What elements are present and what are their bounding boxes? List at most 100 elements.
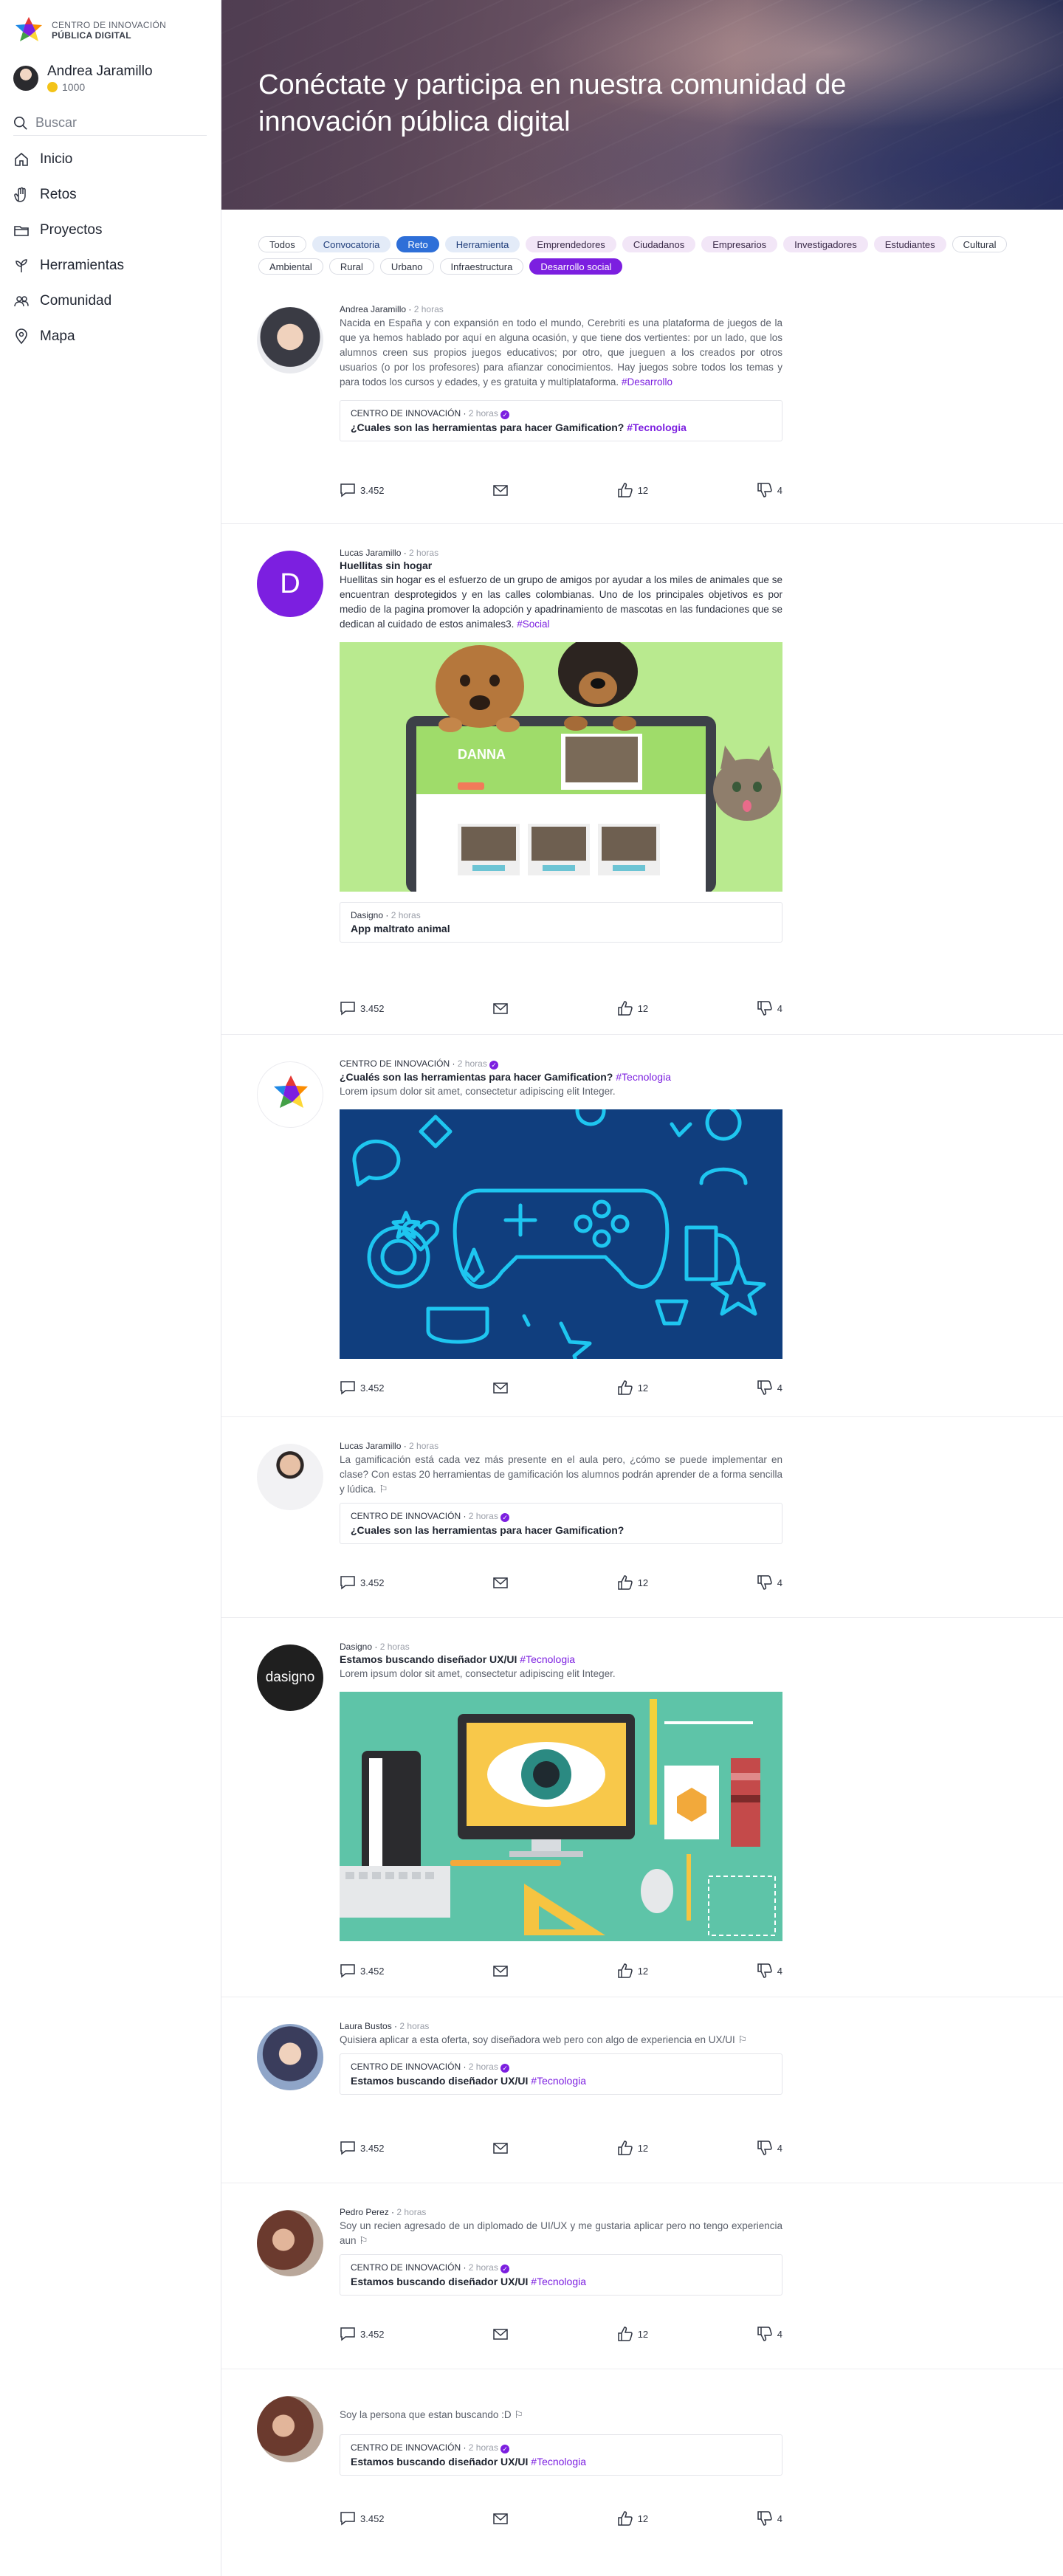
comment-button[interactable]: 3.452 — [340, 1380, 385, 1396]
avatar[interactable] — [257, 2210, 323, 2276]
hashtag-link[interactable]: #Tecnologia — [627, 421, 687, 433]
hashtag-link[interactable]: #Tecnologia — [520, 1653, 575, 1665]
post-author[interactable]: Laura Bustos — [340, 2021, 392, 2031]
post-image-gamepad[interactable] — [340, 1109, 782, 1359]
dislike-button[interactable]: 4 — [757, 2326, 782, 2342]
filter-chip-herramienta[interactable]: Herramienta — [444, 236, 520, 252]
hashtag-link[interactable]: #Social — [517, 619, 549, 630]
dislike-button[interactable]: 4 — [757, 482, 782, 498]
dislike-button[interactable]: 4 — [757, 2510, 782, 2527]
quote-author: Dasigno — [351, 910, 384, 920]
hashtag-link[interactable]: #Tecnologia — [531, 2075, 586, 2087]
quoted-post[interactable]: Dasigno · 2 horas App maltrato animal — [340, 902, 782, 943]
post-image-pets[interactable]: DANNA — [340, 642, 782, 892]
post-meta: Lucas Jaramillo · 2 horas — [340, 1441, 439, 1451]
hashtag-link[interactable]: #Tecnologia — [531, 2276, 586, 2287]
post-author[interactable]: CENTRO DE INNOVACIÓN — [340, 1058, 450, 1069]
like-button[interactable]: 12 — [617, 1963, 648, 1979]
filter-chip-convocatoria[interactable]: Convocatoria — [312, 236, 391, 252]
dislike-button[interactable]: 4 — [757, 1963, 782, 1979]
filter-chip-investigadores[interactable]: Investigadores — [783, 236, 868, 252]
post-author[interactable]: Pedro Perez — [340, 2207, 389, 2217]
filter-chip-urbano[interactable]: Urbano — [379, 258, 434, 275]
filter-chip-ambiental[interactable]: Ambiental — [258, 258, 323, 275]
post-author[interactable]: Lucas Jaramillo — [340, 1441, 401, 1451]
nav-item-retos[interactable]: Retos — [13, 177, 207, 213]
hashtag-link[interactable]: #Tecnologia — [616, 1071, 671, 1083]
avatar[interactable] — [257, 307, 323, 373]
share-button[interactable] — [492, 2326, 509, 2342]
like-button[interactable]: 12 — [617, 1380, 648, 1396]
avatar[interactable] — [257, 2024, 323, 2090]
flag-icon[interactable]: ⚐ — [379, 1484, 388, 1495]
comment-button[interactable]: 3.452 — [340, 482, 385, 498]
nav-item-herramientas[interactable]: Herramientas — [13, 248, 207, 283]
filter-chip-emprendedores[interactable]: Emprendedores — [526, 236, 616, 252]
quoted-post[interactable]: CENTRO DE INNOVACIÓN · 2 horas ✓ ¿Cuales… — [340, 1503, 782, 1544]
filter-chip-estudiantes[interactable]: Estudiantes — [873, 236, 946, 252]
comment-button[interactable]: 3.452 — [340, 1000, 385, 1016]
like-button[interactable]: 12 — [617, 2326, 648, 2342]
dislike-button[interactable]: 4 — [757, 1574, 782, 1591]
nav-item-inicio[interactable]: Inicio — [13, 142, 207, 177]
comment-button[interactable]: 3.452 — [340, 2510, 385, 2527]
filter-chip-todos[interactable]: Todos — [258, 236, 306, 252]
quoted-post[interactable]: CENTRO DE INNOVACIÓN · 2 horas ✓ Estamos… — [340, 2053, 782, 2095]
avatar[interactable]: D — [257, 551, 323, 617]
user-profile[interactable]: Andrea Jaramillo 1000 — [13, 63, 153, 93]
filter-chip-rural[interactable]: Rural — [328, 258, 374, 275]
search-input[interactable] — [35, 115, 183, 131]
share-button[interactable] — [492, 2140, 509, 2156]
like-button[interactable]: 12 — [617, 2140, 648, 2156]
comment-button[interactable]: 3.452 — [340, 2326, 385, 2342]
main-nav: Inicio Retos Proyectos Herramientas Comu… — [13, 142, 207, 354]
quoted-post[interactable]: CENTRO DE INNOVACIÓN · 2 horas ✓ Estamos… — [340, 2434, 782, 2476]
comment-button[interactable]: 3.452 — [340, 1963, 385, 1979]
quoted-post[interactable]: CENTRO DE INNOVACIÓN · 2 horas ✓ ¿Cuales… — [340, 400, 782, 441]
flag-icon[interactable]: ⚐ — [359, 2235, 368, 2246]
comment-button[interactable]: 3.452 — [340, 2140, 385, 2156]
nav-item-mapa[interactable]: Mapa — [13, 319, 207, 354]
like-button[interactable]: 12 — [617, 482, 648, 498]
post-image-design-tools[interactable] — [340, 1692, 782, 1941]
post-time: 2 horas — [457, 1058, 487, 1069]
post-author[interactable]: Andrea Jaramillo — [340, 304, 406, 314]
quoted-post[interactable]: CENTRO DE INNOVACIÓN · 2 horas ✓ Estamos… — [340, 2254, 782, 2296]
share-button[interactable] — [492, 1574, 509, 1591]
share-button[interactable] — [492, 1380, 509, 1396]
flag-icon[interactable]: ⚐ — [514, 2409, 523, 2420]
avatar[interactable]: dasigno — [257, 1645, 323, 1711]
filter-chip-empresarios[interactable]: Empresarios — [701, 236, 778, 252]
dislike-button[interactable]: 4 — [757, 1000, 782, 1016]
dislike-button[interactable]: 4 — [757, 2140, 782, 2156]
like-button[interactable]: 12 — [617, 1574, 648, 1591]
share-button[interactable] — [492, 2510, 509, 2527]
hashtag-link[interactable]: #Tecnologia — [531, 2456, 586, 2467]
post-author[interactable]: Lucas Jaramillo — [340, 548, 401, 558]
filter-chip-cultural[interactable]: Cultural — [952, 236, 1008, 252]
flag-icon[interactable]: ⚐ — [738, 2034, 747, 2045]
filter-chip-desarrollo-social[interactable]: Desarrollo social — [529, 258, 623, 275]
post-text-body: Quisiera aplicar a esta oferta, soy dise… — [340, 2034, 735, 2045]
filter-chip-infraestructura[interactable]: Infraestructura — [439, 258, 524, 275]
hashtag-link[interactable]: #Desarrollo — [622, 376, 672, 388]
quote-title-text: ¿Cuales son las herramientas para hacer … — [351, 421, 625, 433]
avatar[interactable] — [257, 2396, 323, 2462]
nav-item-proyectos[interactable]: Proyectos — [13, 213, 207, 248]
post-author[interactable]: Dasigno — [340, 1642, 372, 1652]
like-button[interactable]: 12 — [617, 1000, 648, 1016]
dislike-button[interactable]: 4 — [757, 1380, 782, 1396]
share-button[interactable] — [492, 482, 509, 498]
share-button[interactable] — [492, 1963, 509, 1979]
like-button[interactable]: 12 — [617, 2510, 648, 2527]
avatar[interactable] — [257, 1444, 323, 1510]
mail-icon — [493, 2143, 508, 2154]
comment-button[interactable]: 3.452 — [340, 1574, 385, 1591]
nav-item-comunidad[interactable]: Comunidad — [13, 283, 207, 319]
share-button[interactable] — [492, 1000, 509, 1016]
user-name: Andrea Jaramillo — [47, 63, 153, 79]
filter-chip-reto[interactable]: Reto — [396, 236, 439, 252]
filter-chip-ciudadanos[interactable]: Ciudadanos — [622, 236, 696, 252]
brand-logo[interactable]: CENTRO DE INNOVACIÓN PÚBLICA DIGITAL — [13, 15, 166, 46]
avatar[interactable] — [257, 1061, 323, 1128]
